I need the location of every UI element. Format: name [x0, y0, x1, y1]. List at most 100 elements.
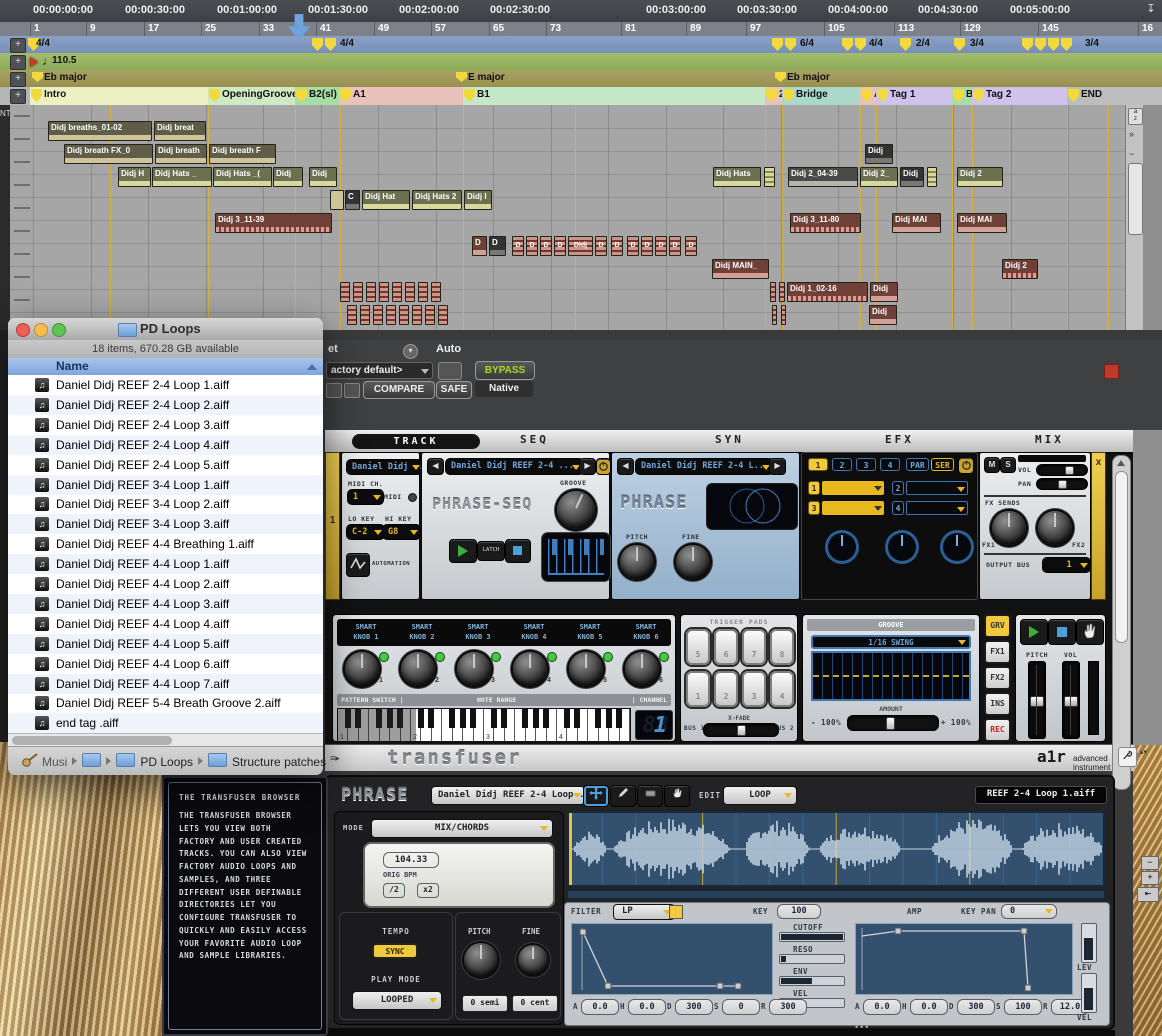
- reso-slider[interactable]: [779, 954, 845, 964]
- waveform-scrollbar[interactable]: [567, 890, 1105, 899]
- seq-power-button[interactable]: [596, 458, 611, 475]
- audio-clip[interactable]: Didj 1_02-16: [787, 282, 868, 302]
- audio-clip[interactable]: Didj breaths_01-02: [48, 121, 152, 141]
- add-key-button[interactable]: +: [10, 72, 26, 87]
- audio-clip[interactable]: Didj 3_11-80: [790, 213, 861, 233]
- marker-flag-icon[interactable]: [953, 89, 964, 102]
- side-tab-ins[interactable]: INS: [984, 692, 1011, 716]
- efx-slot-dropdown[interactable]: [822, 501, 884, 515]
- audio-clip[interactable]: [347, 305, 357, 325]
- sort-az-icon[interactable]: az: [1128, 108, 1143, 125]
- syn-fine-knob[interactable]: [676, 545, 710, 579]
- audio-clip[interactable]: [927, 167, 937, 187]
- tab-seq[interactable]: SEQ: [520, 433, 549, 446]
- meter-flag-icon[interactable]: [1061, 38, 1072, 51]
- meter-flag-icon[interactable]: [772, 38, 783, 51]
- drag-handle-icon[interactable]: •••: [855, 1022, 881, 1032]
- amp-envelope-display[interactable]: [855, 923, 1073, 995]
- audio-clip[interactable]: Didj Hats _(: [213, 167, 272, 187]
- pencil-tool-button[interactable]: [610, 785, 636, 807]
- file-row[interactable]: ♫Daniel Didj REEF 4-4 Loop 1.aiff: [8, 554, 323, 574]
- filter-a-value[interactable]: 0.0: [581, 999, 619, 1015]
- vol-slider[interactable]: [1036, 464, 1088, 476]
- audio-clip[interactable]: [360, 305, 370, 325]
- black-key[interactable]: [418, 709, 424, 728]
- audio-clip[interactable]: Didj I: [464, 190, 492, 210]
- smart-knob-4[interactable]: [513, 652, 547, 686]
- edit-track-area[interactable]: Didj breaths_01-02Didj breatDidj breath …: [0, 105, 1162, 330]
- audio-clip[interactable]: [781, 305, 786, 325]
- librarian-icon[interactable]: [438, 362, 462, 380]
- solo-button[interactable]: S: [1000, 457, 1016, 473]
- syn-pitch-knob[interactable]: [620, 545, 654, 579]
- audio-clip[interactable]: [386, 305, 396, 325]
- file-row[interactable]: ♫Daniel Didj REEF 4-4 Loop 2.aiff: [8, 574, 323, 594]
- marker-flag-icon[interactable]: [973, 89, 984, 102]
- file-row[interactable]: ♫Daniel Didj REEF 4-4 Loop 7.aiff: [8, 674, 323, 694]
- marker-flag-icon[interactable]: [209, 89, 220, 102]
- smart-knob-6[interactable]: [625, 652, 659, 686]
- side-tab-rec[interactable]: REC: [984, 718, 1011, 742]
- marker-region[interactable]: B: [952, 87, 973, 105]
- file-row[interactable]: ♫Daniel Didj REEF 2-4 Loop 5.aiff: [8, 455, 323, 475]
- efx-slot-dropdown[interactable]: [906, 481, 968, 495]
- file-row[interactable]: ♫Daniel Didj REEF 2-4 Loop 4.aiff: [8, 435, 323, 455]
- meter-flag-icon[interactable]: [900, 38, 911, 51]
- black-key[interactable]: [470, 709, 476, 728]
- tab-mix[interactable]: MIX: [1035, 433, 1064, 446]
- seq-next-button[interactable]: ▶: [579, 458, 596, 475]
- plugin-scroll-thumb[interactable]: [1115, 471, 1128, 643]
- marker-region[interactable]: A3: [860, 87, 877, 105]
- scroll-up-icon[interactable]: [1117, 460, 1125, 466]
- audio-clip[interactable]: Didj Hats 2: [412, 190, 462, 210]
- zoom-out-button[interactable]: −: [1141, 856, 1159, 870]
- pan-slider[interactable]: [1036, 478, 1088, 490]
- trigger-pad-4[interactable]: 4: [770, 671, 794, 707]
- audio-clip[interactable]: [373, 305, 383, 325]
- meter-flag-icon[interactable]: [1035, 38, 1046, 51]
- track-handle[interactable]: [14, 207, 30, 209]
- amount-slider[interactable]: [847, 715, 939, 731]
- mute-button[interactable]: M: [984, 457, 1000, 473]
- trigger-pad-2[interactable]: 2: [714, 671, 738, 707]
- audio-clip[interactable]: [366, 282, 376, 302]
- audio-clip[interactable]: Didj Hats _: [152, 167, 212, 187]
- audio-clip[interactable]: D: [540, 236, 552, 256]
- waveform-display[interactable]: [567, 811, 1105, 887]
- efx-tab-4[interactable]: 4: [880, 458, 900, 471]
- path-item[interactable]: Musi: [42, 755, 67, 769]
- window-resize-strip[interactable]: [325, 1030, 1115, 1036]
- tab-efx[interactable]: EFX: [885, 433, 914, 446]
- audio-clip[interactable]: [399, 305, 409, 325]
- safe-button[interactable]: SAFE: [436, 381, 472, 399]
- meter-flag-icon[interactable]: [855, 38, 866, 51]
- audio-clip[interactable]: D: [669, 236, 681, 256]
- black-key[interactable]: [574, 709, 580, 728]
- audio-clip[interactable]: Didj: [870, 282, 898, 302]
- marker-flag-icon[interactable]: [766, 89, 777, 102]
- side-tab-fx2[interactable]: FX2: [984, 666, 1011, 690]
- file-row[interactable]: ♫Daniel Didj REEF 2-4 Loop 3.aiff: [8, 415, 323, 435]
- meter-flag-icon[interactable]: [785, 38, 796, 51]
- filter-h-value[interactable]: 0.0: [628, 999, 666, 1015]
- filter-envelope-display[interactable]: [571, 923, 773, 995]
- audio-clip[interactable]: Didj 2_04-39: [788, 167, 858, 187]
- audio-clip[interactable]: C: [345, 190, 360, 210]
- amp-d-value[interactable]: 300: [957, 999, 995, 1015]
- file-row[interactable]: ♫Daniel Didj REEF 2-4 Loop 1.aiff: [8, 375, 323, 395]
- black-key[interactable]: [595, 709, 601, 728]
- black-key[interactable]: [491, 709, 497, 728]
- loop-start-marker[interactable]: [569, 813, 572, 885]
- marker-region[interactable]: 2: [765, 87, 783, 105]
- add-marker-button[interactable]: +: [10, 89, 26, 104]
- track-handle[interactable]: [14, 161, 30, 163]
- seq-prev-button[interactable]: ◀: [427, 458, 444, 475]
- audio-clip[interactable]: D: [595, 236, 607, 256]
- play-mode-dropdown[interactable]: LOOPED: [352, 991, 442, 1010]
- audio-clip[interactable]: Didj breat: [154, 121, 206, 141]
- audio-clip[interactable]: Didj: [568, 236, 593, 256]
- preset-dropdown[interactable]: actory default>: [326, 362, 433, 379]
- browser-toggle-icon[interactable]: ≡▸: [330, 753, 344, 763]
- finder-file-list[interactable]: ♫Daniel Didj REEF 2-4 Loop 1.aiff ♫Daniel…: [8, 375, 323, 733]
- output-bus-dropdown[interactable]: 1: [1042, 557, 1091, 573]
